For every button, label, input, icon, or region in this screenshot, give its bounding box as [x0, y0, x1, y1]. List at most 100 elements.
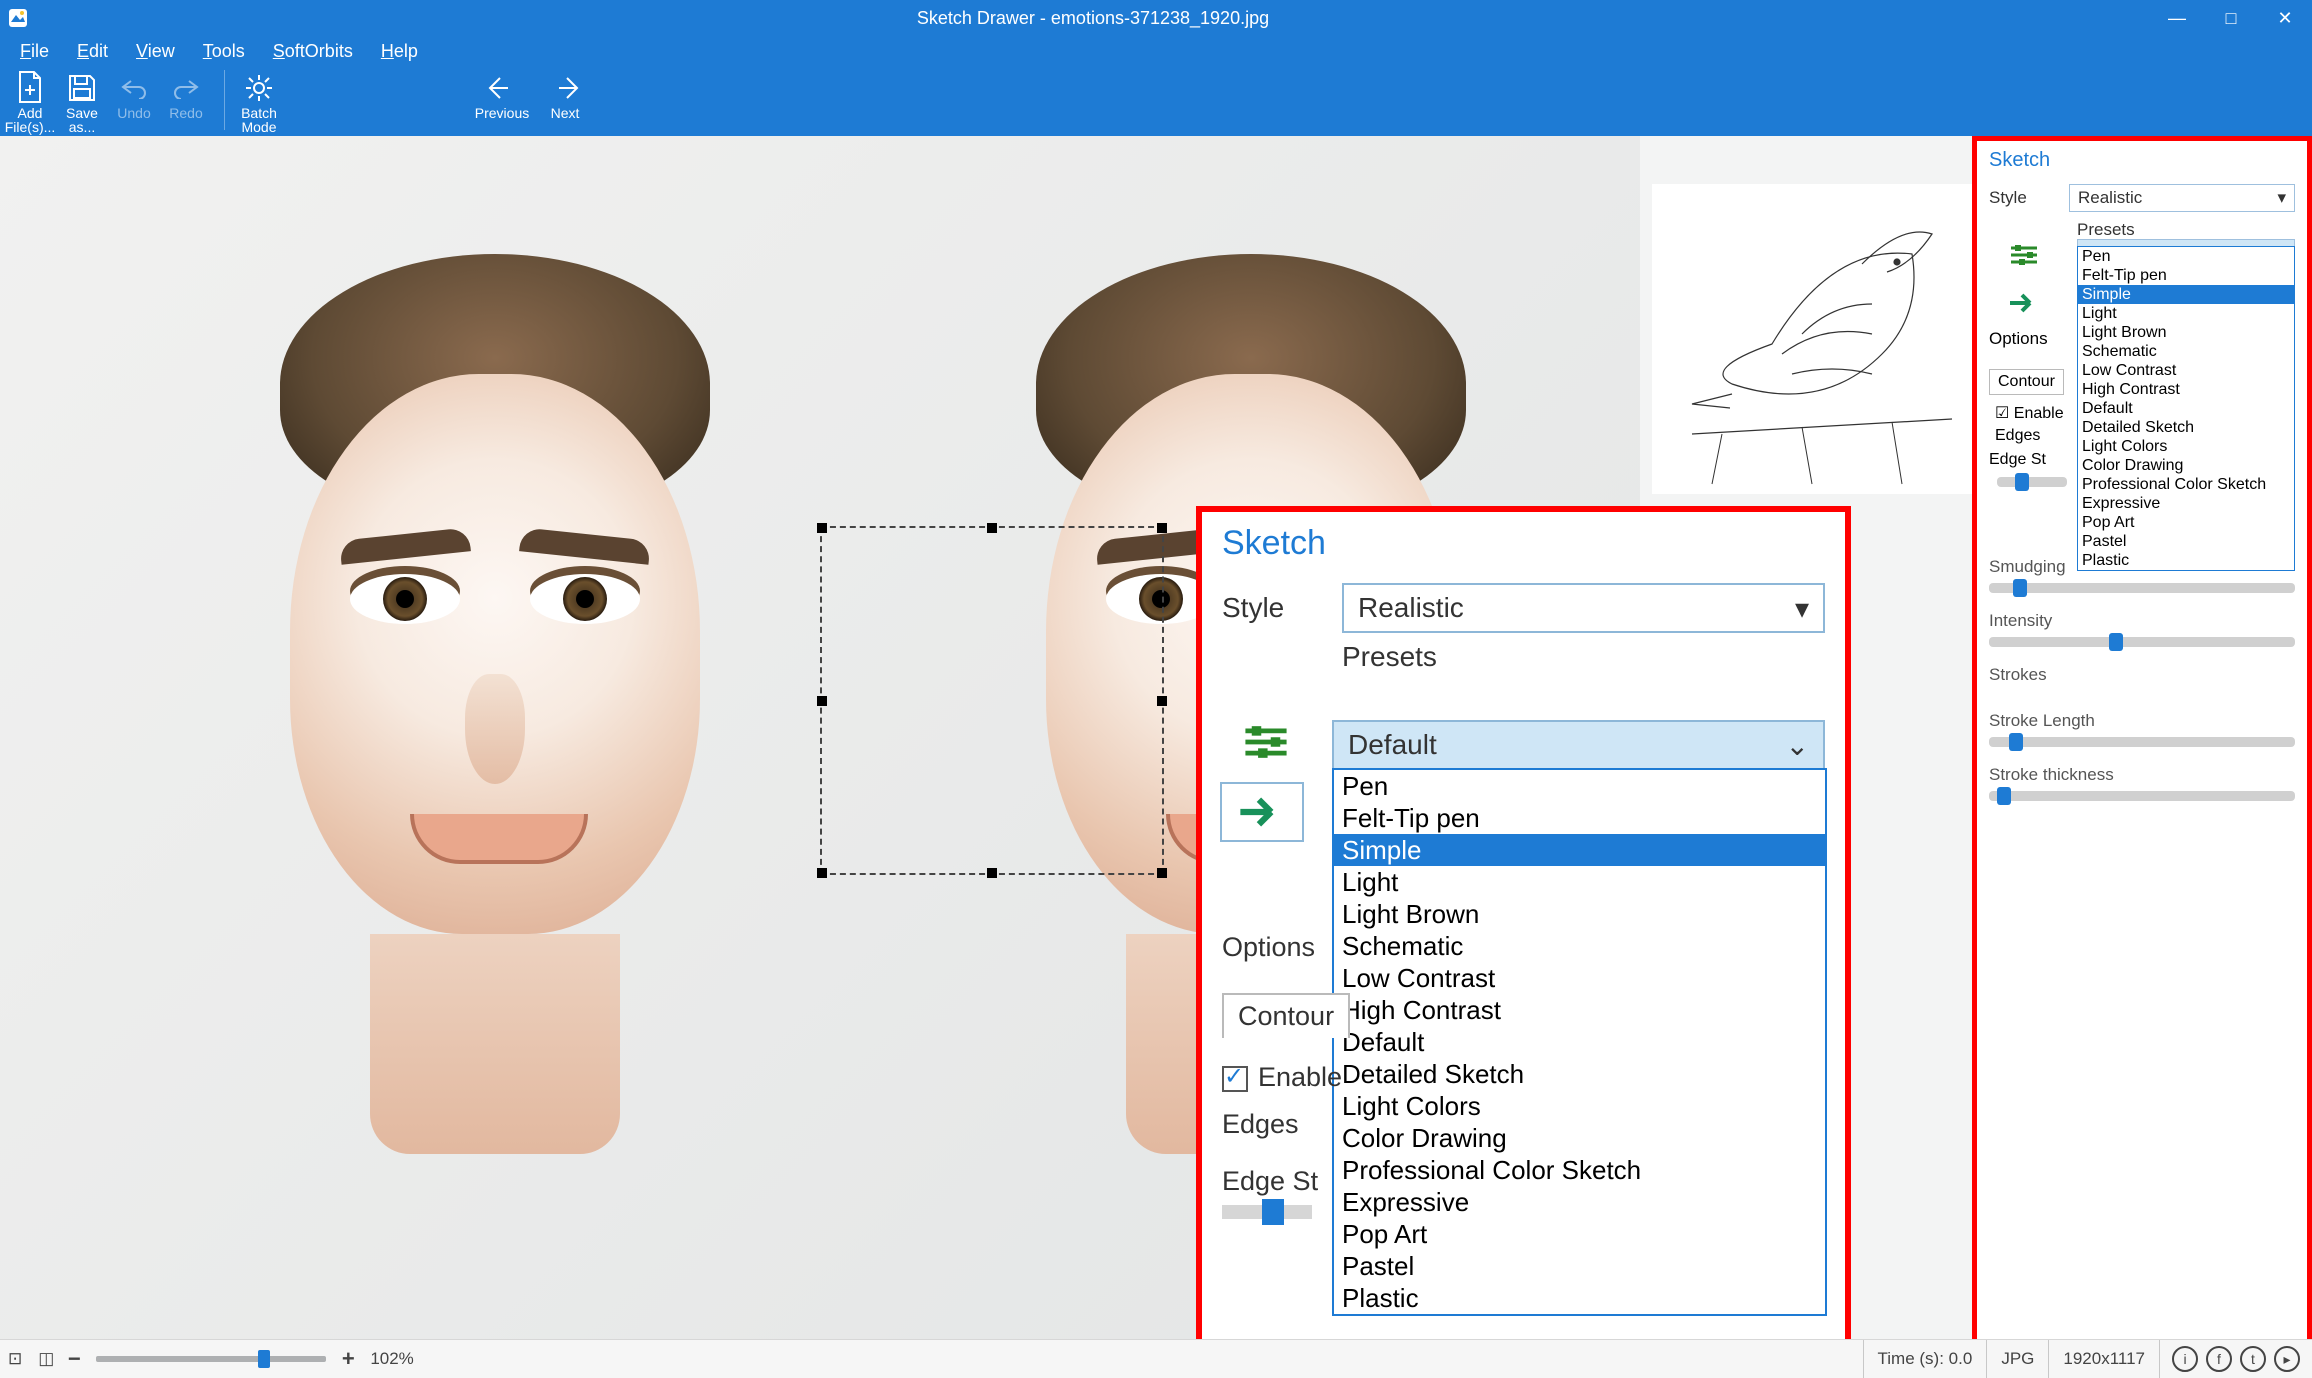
- gear-icon: [241, 70, 277, 106]
- zoom-out-button[interactable]: −: [62, 1346, 86, 1372]
- preset-option[interactable]: Felt-Tip pen: [1334, 802, 1825, 834]
- preset-option[interactable]: Detailed Sketch: [1334, 1058, 1825, 1090]
- preset-option[interactable]: Pop Art: [2078, 513, 2294, 532]
- zoom-slider[interactable]: [96, 1356, 326, 1362]
- resize-handle[interactable]: [817, 523, 827, 533]
- menu-bar: File Edit View Tools SoftOrbits Help: [0, 36, 2312, 66]
- preset-option[interactable]: Pen: [1334, 770, 1825, 802]
- youtube-icon[interactable]: ▸: [2274, 1346, 2300, 1372]
- redo-button[interactable]: Redo: [162, 70, 210, 120]
- stroke-thickness-slider[interactable]: [1989, 791, 2295, 801]
- preset-select-zoom[interactable]: Default ⌄: [1332, 720, 1825, 770]
- batch-mode-button[interactable]: Batch Mode: [235, 70, 283, 134]
- toolbar: Add File(s)... Save as... Undo Redo Batc…: [0, 66, 2312, 144]
- redo-label: Redo: [169, 106, 202, 120]
- preset-option[interactable]: Default: [2078, 399, 2294, 418]
- run-arrow-icon-zoom[interactable]: [1220, 782, 1304, 842]
- enable-checkbox-small[interactable]: ☑ Enable: [1995, 403, 2064, 423]
- preset-option[interactable]: Pop Art: [1334, 1218, 1825, 1250]
- preset-option[interactable]: Expressive: [2078, 494, 2294, 513]
- zoom-in-button[interactable]: +: [336, 1346, 360, 1372]
- edges-label-small: Edges: [1995, 427, 2040, 445]
- menu-softorbits[interactable]: SoftOrbits: [259, 41, 367, 62]
- preset-option[interactable]: Expressive: [1334, 1186, 1825, 1218]
- preset-option[interactable]: Simple: [2078, 285, 2294, 304]
- save-as-button[interactable]: Save as...: [58, 70, 106, 134]
- preset-option[interactable]: Default: [1334, 1026, 1825, 1058]
- resize-handle[interactable]: [817, 868, 827, 878]
- enable-checkbox-zoom[interactable]: Enable: [1222, 1062, 1350, 1093]
- undo-button[interactable]: Undo: [110, 70, 158, 120]
- enable-label: Enable: [2014, 405, 2064, 422]
- status-bar: ⊡ ◫ − + 102% Time (s): 0.0 JPG 1920x1117…: [0, 1339, 2312, 1378]
- actual-size-icon[interactable]: ◫: [30, 1349, 62, 1369]
- resize-handle[interactable]: [817, 696, 827, 706]
- close-button[interactable]: ✕: [2258, 0, 2312, 36]
- preset-option[interactable]: Color Drawing: [2078, 456, 2294, 475]
- selection-marquee[interactable]: [820, 526, 1164, 875]
- fit-screen-icon[interactable]: ⊡: [0, 1349, 30, 1369]
- info-icon[interactable]: i: [2172, 1346, 2198, 1372]
- preset-option[interactable]: Plastic: [1334, 1282, 1825, 1314]
- preset-option[interactable]: Professional Color Sketch: [2078, 475, 2294, 494]
- contour-tab-small[interactable]: Contour: [1989, 369, 2064, 395]
- window-title: Sketch Drawer - emotions-371238_1920.jpg: [36, 8, 2150, 29]
- add-files-button[interactable]: Add File(s)...: [6, 70, 54, 134]
- edge-strength-slider-zoom[interactable]: [1222, 1205, 1312, 1219]
- resize-handle[interactable]: [1157, 868, 1167, 878]
- preset-value-zoom: Default: [1348, 729, 1437, 761]
- preset-option[interactable]: Pastel: [2078, 532, 2294, 551]
- smudging-slider[interactable]: [1989, 583, 2295, 593]
- resize-handle[interactable]: [987, 523, 997, 533]
- style-select[interactable]: Realistic ▾: [2069, 184, 2295, 212]
- resize-handle[interactable]: [987, 868, 997, 878]
- preset-dropdown-list-zoom[interactable]: PenFelt-Tip penSimpleLightLight BrownSch…: [1332, 768, 1827, 1316]
- stroke-length-label: Stroke Length: [1989, 711, 2295, 731]
- source-face-left: [180, 254, 810, 1314]
- maximize-button[interactable]: □: [2204, 0, 2258, 36]
- resize-handle[interactable]: [1157, 523, 1167, 533]
- preset-option[interactable]: Professional Color Sketch: [1334, 1154, 1825, 1186]
- stroke-length-slider[interactable]: [1989, 737, 2295, 747]
- twitter-icon[interactable]: t: [2240, 1346, 2266, 1372]
- preset-option[interactable]: Pastel: [1334, 1250, 1825, 1282]
- preset-option[interactable]: Low Contrast: [1334, 962, 1825, 994]
- style-select-zoom[interactable]: Realistic ▾: [1342, 583, 1825, 633]
- menu-help[interactable]: Help: [367, 41, 432, 62]
- preset-option[interactable]: Schematic: [2078, 342, 2294, 361]
- facebook-icon[interactable]: f: [2206, 1346, 2232, 1372]
- smudging-label: Smudging: [1989, 557, 2295, 577]
- resize-handle[interactable]: [1157, 696, 1167, 706]
- status-format: JPG: [1986, 1340, 2048, 1378]
- preset-option[interactable]: Schematic: [1334, 930, 1825, 962]
- panel-title: Sketch: [1977, 141, 2307, 180]
- run-arrow-icon[interactable]: [1989, 279, 2059, 327]
- preset-option[interactable]: Detailed Sketch: [2078, 418, 2294, 437]
- intensity-slider[interactable]: [1989, 637, 2295, 647]
- preset-option[interactable]: Light Brown: [2078, 323, 2294, 342]
- menu-file[interactable]: File: [6, 41, 63, 62]
- preset-option[interactable]: Light Brown: [1334, 898, 1825, 930]
- preset-option[interactable]: Low Contrast: [2078, 361, 2294, 380]
- edge-strength-slider-small[interactable]: [1997, 477, 2067, 487]
- preset-dropdown-list-small[interactable]: PenFelt-Tip penSimpleLightLight BrownSch…: [2077, 246, 2295, 571]
- main-area: Sketch Style Realistic ▾ Presets Default…: [0, 136, 2312, 1340]
- previous-button[interactable]: Previous: [467, 70, 537, 120]
- minimize-button[interactable]: —: [2150, 0, 2204, 36]
- preset-option[interactable]: Light: [2078, 304, 2294, 323]
- menu-edit[interactable]: Edit: [63, 41, 122, 62]
- preset-option[interactable]: Color Drawing: [1334, 1122, 1825, 1154]
- preset-option[interactable]: Light Colors: [2078, 437, 2294, 456]
- menu-view[interactable]: View: [122, 41, 189, 62]
- preset-option[interactable]: Simple: [1334, 834, 1825, 866]
- next-button[interactable]: Next: [541, 70, 589, 120]
- save-icon: [64, 70, 100, 106]
- preset-option[interactable]: Felt-Tip pen: [2078, 266, 2294, 285]
- preset-option[interactable]: Light: [1334, 866, 1825, 898]
- menu-tools[interactable]: Tools: [189, 41, 259, 62]
- preset-option[interactable]: Light Colors: [1334, 1090, 1825, 1122]
- preset-option[interactable]: High Contrast: [2078, 380, 2294, 399]
- contour-tab-zoom[interactable]: Contour: [1222, 993, 1350, 1038]
- preset-option[interactable]: Pen: [2078, 247, 2294, 266]
- preset-option[interactable]: High Contrast: [1334, 994, 1825, 1026]
